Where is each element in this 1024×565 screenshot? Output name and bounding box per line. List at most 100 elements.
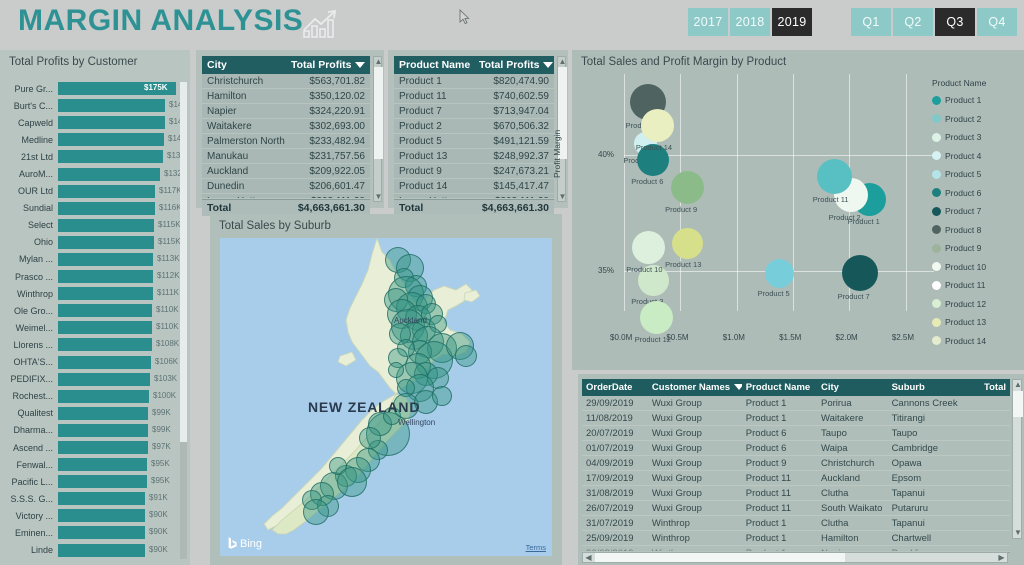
bar-fill[interactable] [58,321,152,335]
bar-track[interactable]: $117K [58,184,182,198]
map-terms-link[interactable]: Terms [526,543,546,552]
product-table[interactable]: Product Name Total Profits Product 1 $820… [394,56,554,216]
legend-item[interactable]: Product 8 [932,221,1024,240]
bar-row[interactable]: Mylan ... $113K [0,251,182,268]
detail-hscroll-thumb[interactable] [595,553,845,562]
bar-row[interactable]: Prasco ... $112K [0,268,182,285]
table-row[interactable]: Manukau $231,757.56 [202,149,370,164]
bar-fill[interactable] [58,492,145,506]
table-row[interactable]: Hamilton $350,120.02 [202,89,370,104]
bar-track[interactable]: $175K [58,82,182,96]
bar-fill[interactable] [58,167,160,181]
detail-table-vscrollbar[interactable]: ▲ ▼ [1012,379,1023,539]
legend-item[interactable]: Product 10 [932,258,1024,277]
sort-desc-icon[interactable] [734,384,742,391]
legend-item[interactable]: Product 2 [932,110,1024,129]
detail-table-hscrollbar[interactable]: ◀ ▶ [582,552,1008,563]
bar-fill[interactable] [58,423,148,437]
bar-track[interactable]: $115K [58,235,182,249]
bar-track[interactable]: $106K [58,355,182,369]
bar-track[interactable]: $132K [58,167,182,181]
bar-row[interactable]: Llorens ... $108K [0,336,182,353]
bar-track[interactable]: $108K [58,338,182,352]
table-row[interactable]: Product 14 $145,417.47 [394,179,554,194]
bar-row[interactable]: Pacific L... $95K [0,473,182,490]
bar-track[interactable]: $110K [58,304,182,318]
legend-item[interactable]: Product 6 [932,184,1024,203]
scatter-legend[interactable]: Product Name Product 1 Product 2 Product 3… [932,78,1024,350]
bar-track[interactable]: $95K [58,475,182,489]
city-scroll-thumb[interactable] [374,67,383,159]
bar-fill[interactable] [58,458,147,472]
table-row[interactable]: 31/08/2019 Wuxi Group Product 11 Clutha Tapa… [582,486,1010,501]
bar-fill[interactable] [58,543,145,557]
table-row[interactable]: 11/08/2019 Wuxi Group Product 1 Waitakere Ti… [582,411,1010,426]
detail-col-total[interactable]: Total [967,379,1010,396]
bar-track[interactable]: $115K [58,218,182,232]
bar-fill[interactable] [58,116,165,130]
city-table-col-total-profits[interactable]: Total Profits [286,56,370,74]
product-table-header[interactable]: Product Name Total Profits [394,56,554,74]
bar-row[interactable]: 21st Ltd $138K [0,148,182,165]
bar-row[interactable]: Ole Gro... $110K [0,302,182,319]
quarter-chip-q4[interactable]: Q4 [977,8,1017,36]
detail-col-city[interactable]: City [817,379,888,396]
bar-chart-scrollbar[interactable] [180,82,187,559]
scatter-plot-area[interactable]: $0.0M $0.5M $1.0M $1.5M $2.0M $2.5M 35% 40% Prod… [598,74,934,344]
table-row[interactable]: 01/07/2019 Wuxi Group Product 6 Waipa Cambri… [582,441,1010,456]
legend-item[interactable]: Product 3 [932,128,1024,147]
scroll-up-icon[interactable]: ▲ [1013,380,1023,390]
bar-fill[interactable] [58,406,148,420]
bar-fill[interactable] [58,235,154,249]
map-bubble[interactable] [303,499,329,525]
bar-track[interactable]: $111K [58,287,182,301]
bar-track[interactable]: $110K [58,321,182,335]
legend-item[interactable]: Product 4 [932,147,1024,166]
map-bubble[interactable] [388,362,404,378]
scatter-bubble[interactable] [841,255,878,292]
table-row[interactable]: 29/09/2019 Wuxi Group Product 1 Porirua Cann… [582,396,1010,411]
bar-row[interactable]: Qualitest $99K [0,405,182,422]
scroll-up-icon[interactable]: ▲ [558,57,567,66]
bar-fill[interactable] [58,355,151,369]
bar-row[interactable]: OHTA'S... $106K [0,354,182,371]
table-row[interactable]: Christchurch $563,701.82 [202,74,370,89]
legend-item[interactable]: Product 5 [932,165,1024,184]
city-table-scrollbar[interactable]: ▲ ▼ [373,56,383,202]
map-bubble[interactable] [359,427,381,449]
table-row[interactable]: 25/09/2019 Winthrop Product 1 Hamilton Chart… [582,531,1010,546]
scroll-down-icon[interactable]: ▼ [558,192,567,201]
bar-row[interactable]: Burt's C... $145K [0,97,182,114]
bar-track[interactable]: $91K [58,492,182,506]
city-table-body[interactable]: Christchurch $563,701.82 Hamilton $350,120.… [202,74,370,199]
map-bubble[interactable] [455,345,477,367]
bar-fill[interactable] [58,184,155,198]
quarter-chip-q3[interactable]: Q3 [935,8,975,36]
bar-row[interactable]: OUR Ltd $117K [0,183,182,200]
bar-row[interactable]: Victory ... $90K [0,507,182,524]
sales-and-margin-scatter-visual[interactable]: Total Sales and Profit Margin by Product… [552,50,1024,400]
bar-row[interactable]: Ascend ... $97K [0,439,182,456]
year-chip-2017[interactable]: 2017 [688,8,728,36]
scatter-bubble[interactable] [765,258,795,288]
scatter-bubble[interactable] [641,108,675,142]
quarter-chip-q2[interactable]: Q2 [893,8,933,36]
scroll-left-icon[interactable]: ◀ [583,553,594,562]
bar-track[interactable]: $145K [58,99,182,113]
product-table-col-total-profits[interactable]: Total Profits [474,56,554,74]
bar-track[interactable]: $138K [58,150,182,164]
city-profits-table-visual[interactable]: City Total Profits Christchurch $563,701.… [196,50,384,216]
order-details-table-visual[interactable]: OrderDate Customer Names Product Name Ci… [578,374,1024,565]
total-profits-by-customer-visual[interactable]: Total Profits by Customer Pure Gr... $175… [0,50,190,565]
bar-fill[interactable] [58,475,147,489]
scroll-down-icon[interactable]: ▼ [1013,528,1023,538]
table-row[interactable]: 31/07/2019 Winthrop Product 1 Clutha Tapanui [582,516,1010,531]
bar-fill[interactable] [58,133,164,147]
table-row[interactable]: Product 13 $248,992.37 [394,149,554,164]
legend-item[interactable]: Product 14 [932,332,1024,351]
table-row[interactable]: Auckland $209,922.05 [202,164,370,179]
detail-table-header[interactable]: OrderDate Customer Names Product Name Ci… [582,379,1010,396]
bar-row[interactable]: Rochest... $100K [0,388,182,405]
bar-fill[interactable] [58,150,163,164]
bar-fill[interactable] [58,287,153,301]
